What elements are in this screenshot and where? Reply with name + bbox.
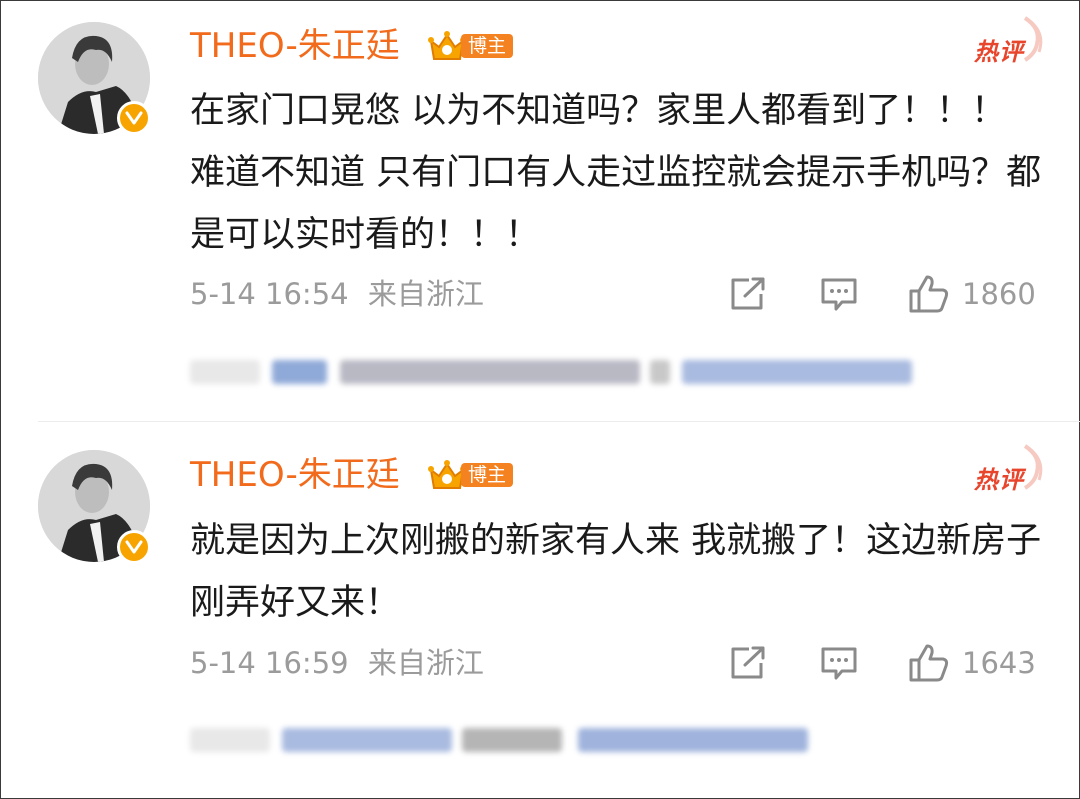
username[interactable]: THEO-朱正廷 bbox=[190, 455, 400, 495]
like-count: 1643 bbox=[962, 646, 1036, 680]
thumbs-up-icon bbox=[909, 275, 949, 313]
reply-button[interactable] bbox=[820, 276, 858, 312]
like-button[interactable]: 1860 bbox=[908, 274, 1036, 314]
comment-text: 就是因为上次刚搬的新家有人来 我就搬了！这边新房子刚弄好又来！ bbox=[190, 521, 1042, 623]
username[interactable]: THEO-朱正廷 bbox=[190, 26, 400, 66]
blogger-badge: 博主 bbox=[427, 29, 514, 63]
badge-label: 博主 bbox=[461, 463, 514, 487]
blogger-badge: 博主 bbox=[427, 458, 514, 492]
comment-date: 5-14 16:59 bbox=[190, 646, 349, 680]
share-button[interactable] bbox=[729, 276, 767, 312]
blurred-reply-preview[interactable] bbox=[190, 720, 850, 760]
blurred-reply-preview[interactable] bbox=[190, 352, 930, 392]
thumbs-up-icon bbox=[909, 644, 949, 682]
share-icon bbox=[731, 277, 765, 310]
comment-date: 5-14 16:54 bbox=[190, 277, 349, 311]
comment-item: THEO-朱正廷 博主 热评 就是因为上次刚搬的新家有人来 我就搬了！这边新房子… bbox=[0, 422, 1080, 799]
comment-meta: 5-14 16:54 来自浙江 bbox=[190, 277, 484, 311]
like-count: 1860 bbox=[962, 277, 1036, 311]
comment-item: THEO-朱正廷 博主 热评 在家门口晃悠 以为不知道吗？家里人都看到了！！！ … bbox=[0, 0, 1080, 421]
verified-badge-icon bbox=[117, 530, 151, 564]
comment-text: 在家门口晃悠 以为不知道吗？家里人都看到了！！！ 难道不知道 只有门口有人走过监… bbox=[190, 91, 1042, 255]
share-icon bbox=[731, 646, 765, 679]
verified-badge-icon bbox=[117, 101, 151, 135]
share-button[interactable] bbox=[729, 645, 767, 681]
comment-location: 来自浙江 bbox=[367, 646, 484, 680]
reply-button[interactable] bbox=[820, 645, 858, 681]
comment-icon bbox=[821, 278, 857, 311]
hot-comment-label: 热评 bbox=[974, 466, 1024, 494]
like-button[interactable]: 1643 bbox=[908, 643, 1036, 683]
comment-meta: 5-14 16:59 来自浙江 bbox=[190, 646, 484, 680]
comment-icon bbox=[821, 647, 857, 680]
badge-label: 博主 bbox=[461, 34, 514, 58]
hot-comment-label: 热评 bbox=[974, 38, 1024, 66]
comment-location: 来自浙江 bbox=[367, 277, 484, 311]
